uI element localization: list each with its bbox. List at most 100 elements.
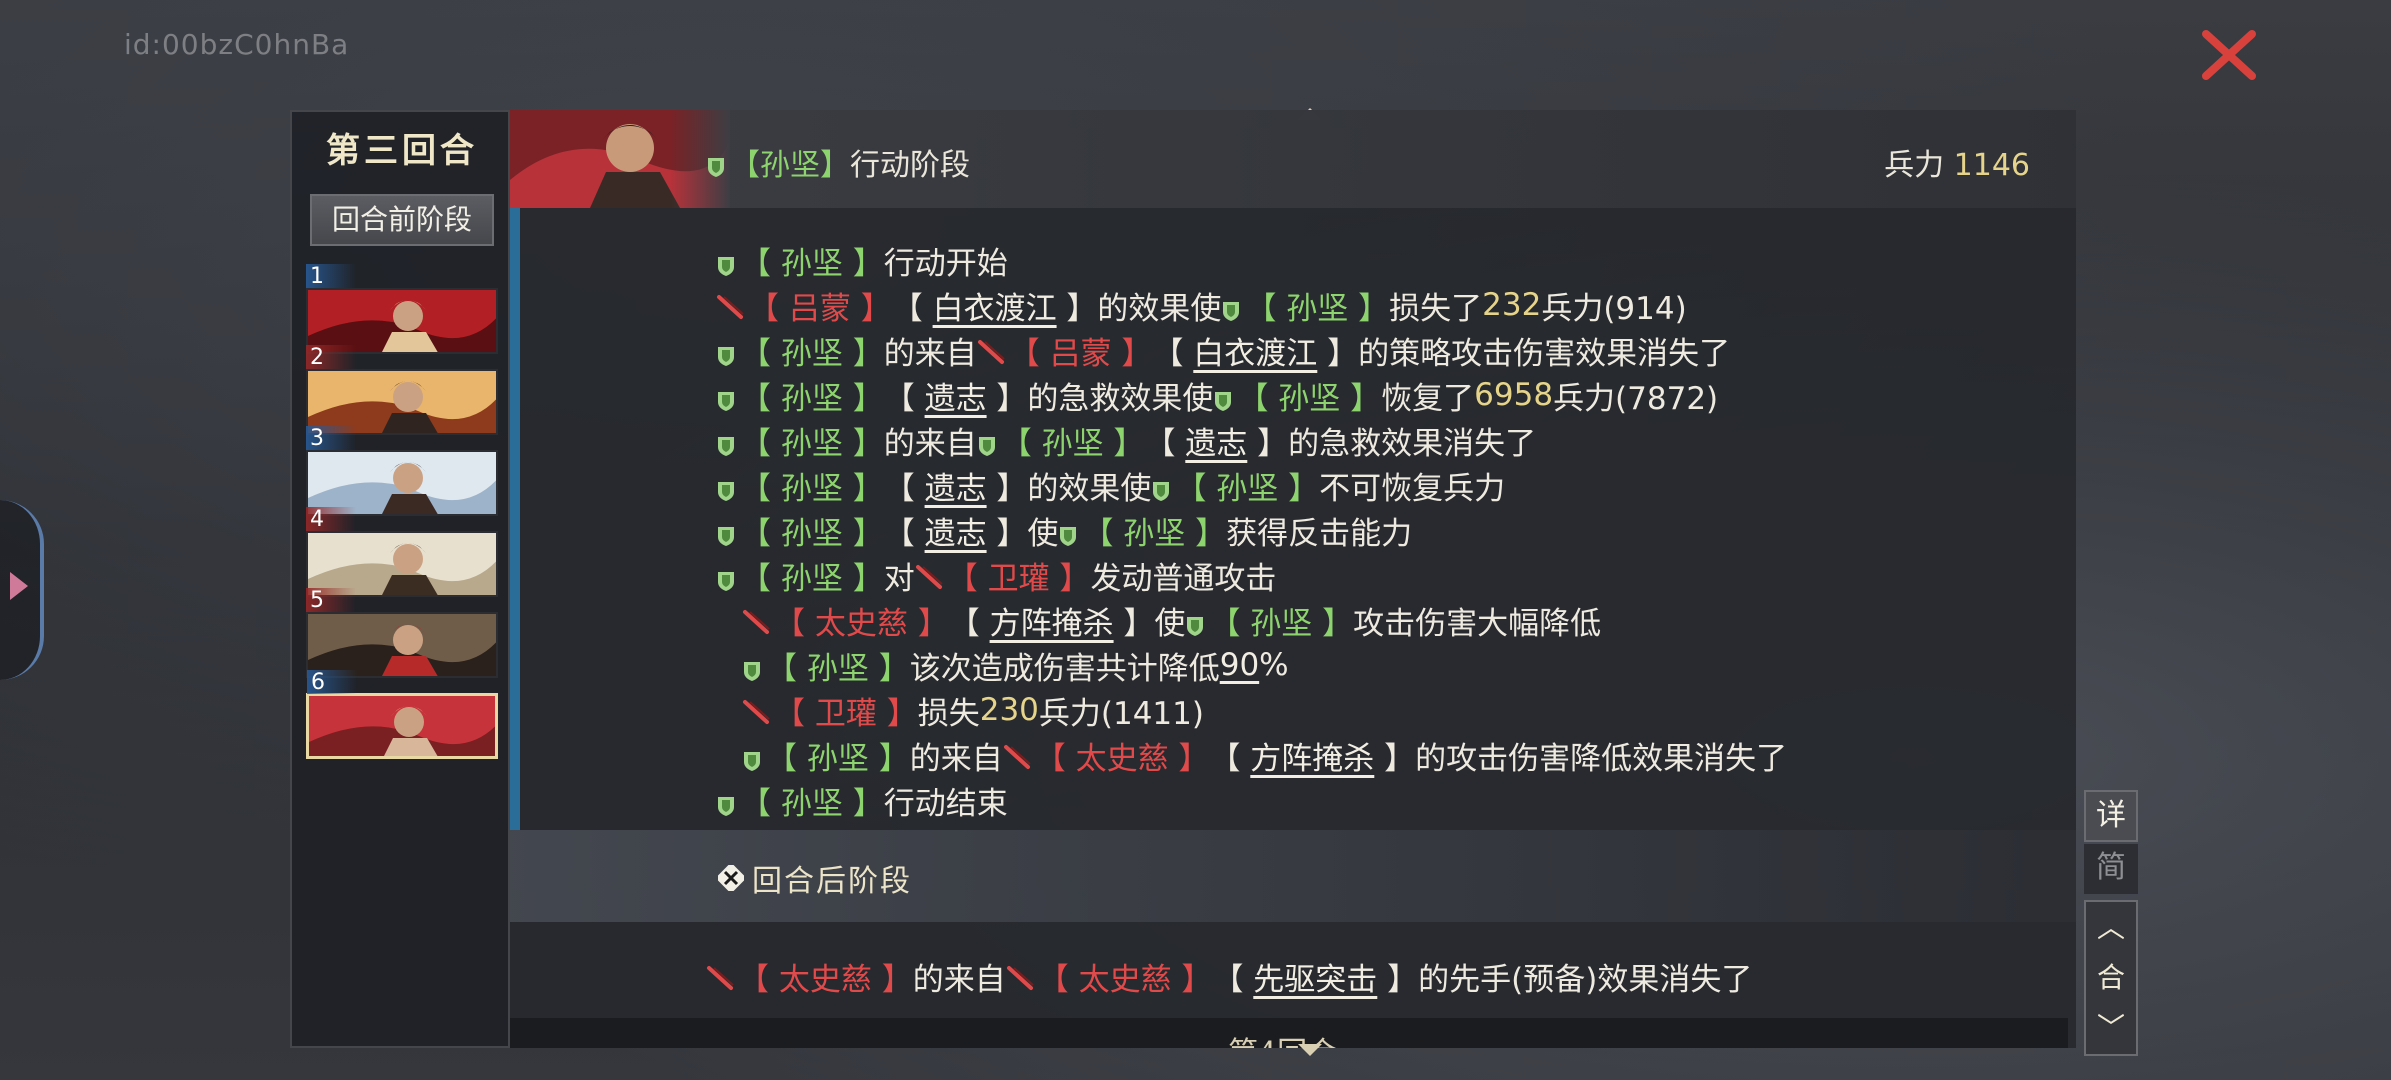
log-text: 不可恢复兵力 bbox=[1319, 470, 1506, 507]
ally-shield-icon bbox=[716, 429, 736, 456]
skill-name[interactable]: 遗志 bbox=[925, 463, 987, 508]
pre-round-phase-button[interactable]: 回合前阶段 bbox=[310, 194, 494, 246]
log-text: % bbox=[1259, 647, 1289, 683]
log-text: 】的效果使 bbox=[986, 470, 1152, 507]
ally-hero-name[interactable]: 【 孙坚 】 bbox=[1175, 463, 1319, 508]
ally-hero-name[interactable]: 【 孙坚 】 bbox=[740, 553, 884, 598]
prev-round-button[interactable]: ︿ bbox=[2086, 904, 2136, 952]
ally-hero-name[interactable]: 【 孙坚 】 bbox=[740, 418, 884, 463]
enemy-hero-name[interactable]: 【 太史慈 】 bbox=[1035, 733, 1210, 778]
scroll-down-caret-icon[interactable] bbox=[1298, 1044, 1322, 1056]
log-text: 损失了 bbox=[1389, 290, 1483, 327]
ally-shield-icon bbox=[716, 249, 736, 276]
log-text: 恢复了 bbox=[1381, 380, 1475, 417]
simple-toggle-button[interactable]: 简 bbox=[2084, 844, 2138, 894]
log-line: 【 孙坚 】的来自【 太史慈 】【 方阵掩杀 】的攻击伤害降低效果消失了 bbox=[742, 733, 1787, 777]
skill-name[interactable]: 白衣渡江 bbox=[933, 283, 1057, 328]
ally-hero-name[interactable]: 【 孙坚 】 bbox=[1237, 373, 1381, 418]
skill-name[interactable]: 方阵掩杀 bbox=[1250, 733, 1374, 778]
action-phase-title: 【 孙坚 】 行动阶段 bbox=[706, 140, 970, 184]
log-text: 【 bbox=[1212, 961, 1254, 998]
hero-portrait bbox=[510, 110, 730, 208]
ally-shield-icon bbox=[706, 151, 726, 177]
hero-slot-5[interactable]: 5 bbox=[306, 588, 498, 678]
log-text: 】的效果使 bbox=[1056, 290, 1222, 327]
enemy-hero-name[interactable]: 【 卫瓘 】 bbox=[774, 688, 918, 733]
log-text: 的来自 bbox=[883, 425, 977, 462]
log-text: 行动开始 bbox=[883, 245, 1008, 282]
enemy-hero-name[interactable]: 【 吕蒙 】 bbox=[1009, 328, 1153, 373]
hero-slot-number: 4 bbox=[306, 507, 356, 532]
ally-hero-name[interactable]: 【 孙坚 】 bbox=[766, 733, 910, 778]
hero-name[interactable]: 孙坚 bbox=[760, 140, 820, 184]
next-round-button[interactable]: ﹀ bbox=[2086, 1004, 2136, 1052]
log-text: 【 bbox=[1144, 425, 1186, 462]
skill-name[interactable]: 先驱突击 bbox=[1253, 954, 1377, 999]
log-text: 【 bbox=[891, 290, 933, 327]
bracket-open: 【 bbox=[730, 148, 760, 183]
bracket-close: 】 bbox=[820, 148, 850, 183]
ally-hero-name[interactable]: 【 孙坚 】 bbox=[740, 328, 884, 373]
percent-value: 90 bbox=[1219, 647, 1260, 683]
hero-portrait bbox=[308, 614, 496, 676]
skill-name[interactable]: 遗志 bbox=[1185, 418, 1247, 463]
log-text: 【 bbox=[1152, 335, 1194, 372]
log-text: 【 bbox=[1209, 740, 1251, 777]
ally-shield-icon bbox=[716, 789, 736, 816]
ally-hero-name[interactable]: 【 孙坚 】 bbox=[1245, 283, 1389, 328]
enemy-hero-name[interactable]: 【 吕蒙 】 bbox=[748, 283, 892, 328]
ally-hero-name[interactable]: 【 孙坚 】 bbox=[1082, 508, 1226, 553]
hero-portrait bbox=[308, 290, 496, 352]
ally-shield-icon bbox=[977, 429, 997, 456]
troops-label: 兵力 bbox=[1884, 148, 1945, 183]
log-line: 【 孙坚 】该次造成伤害共计降低 90% bbox=[742, 643, 1289, 687]
battle-log-panel: 【 孙坚 】 行动阶段 兵力 1146 【 孙坚 】行动开始【 吕蒙 】【 白衣… bbox=[510, 110, 2076, 1048]
post-phase-label: 回合后阶段 bbox=[752, 864, 912, 899]
ally-hero-name[interactable]: 【 孙坚 】 bbox=[740, 463, 884, 508]
ally-shield-icon bbox=[742, 744, 762, 771]
crossed-swords-icon bbox=[718, 865, 744, 891]
log-text: 【 bbox=[883, 515, 925, 552]
enemy-hero-name[interactable]: 【 太史慈 】 bbox=[1038, 954, 1213, 999]
round-panel: 第三回合 回合前阶段 1 2 3 4 5 6 bbox=[290, 110, 510, 1048]
log-line: 【 孙坚 】行动结束 bbox=[716, 778, 1008, 822]
skill-name[interactable]: 遗志 bbox=[925, 373, 987, 418]
close-icon[interactable] bbox=[2200, 28, 2258, 82]
log-text: 兵力(1411) bbox=[1038, 695, 1204, 732]
hero-slot-6[interactable]: 6 bbox=[306, 670, 498, 759]
enemy-hero-name[interactable]: 【 太史慈 】 bbox=[774, 598, 949, 643]
enemy-hero-name[interactable]: 【 太史慈 】 bbox=[738, 954, 913, 999]
ally-shield-icon bbox=[716, 564, 736, 591]
skill-name[interactable]: 方阵掩杀 bbox=[990, 598, 1114, 643]
detail-toggle-button[interactable]: 详 bbox=[2084, 790, 2138, 842]
ally-hero-name[interactable]: 【 孙坚 】 bbox=[740, 508, 884, 553]
enemy-sword-icon bbox=[716, 292, 746, 319]
ally-shield-icon bbox=[716, 519, 736, 546]
log-text: 获得反击能力 bbox=[1226, 515, 1413, 552]
ally-hero-name[interactable]: 【 孙坚 】 bbox=[740, 373, 884, 418]
ally-hero-name[interactable]: 【 孙坚 】 bbox=[1001, 418, 1145, 463]
skill-name[interactable]: 遗志 bbox=[925, 508, 987, 553]
hero-slot-number: 3 bbox=[306, 426, 356, 451]
log-text: 】的急救效果消失了 bbox=[1247, 425, 1537, 462]
troops-value: 1146 bbox=[1953, 148, 2030, 183]
log-text: 【 bbox=[948, 605, 990, 642]
hero-slot-number: 5 bbox=[306, 588, 356, 613]
log-text: 损失 bbox=[917, 695, 980, 732]
log-text: 的来自 bbox=[912, 961, 1006, 998]
next-round-bar[interactable]: 第4回合 bbox=[510, 1018, 2068, 1048]
ally-hero-name[interactable]: 【 孙坚 】 bbox=[1209, 598, 1353, 643]
action-phase-header: 【 孙坚 】 行动阶段 兵力 1146 bbox=[510, 110, 2076, 208]
skill-name[interactable]: 白衣渡江 bbox=[1193, 328, 1317, 373]
log-line: 【 卫瓘 】损失 230 兵力(1411) bbox=[742, 688, 1204, 732]
log-text: 的来自 bbox=[909, 740, 1003, 777]
ally-shield-icon bbox=[742, 654, 762, 681]
log-text: 对 bbox=[883, 560, 915, 597]
merge-button[interactable]: 合 bbox=[2086, 954, 2136, 1002]
ally-hero-name[interactable]: 【 孙坚 】 bbox=[766, 643, 910, 688]
log-text: 【 bbox=[883, 470, 925, 507]
side-expand-tab[interactable] bbox=[0, 500, 44, 680]
enemy-hero-name[interactable]: 【 卫瓘 】 bbox=[947, 553, 1091, 598]
ally-hero-name[interactable]: 【 孙坚 】 bbox=[740, 778, 884, 823]
ally-hero-name[interactable]: 【 孙坚 】 bbox=[740, 238, 884, 283]
